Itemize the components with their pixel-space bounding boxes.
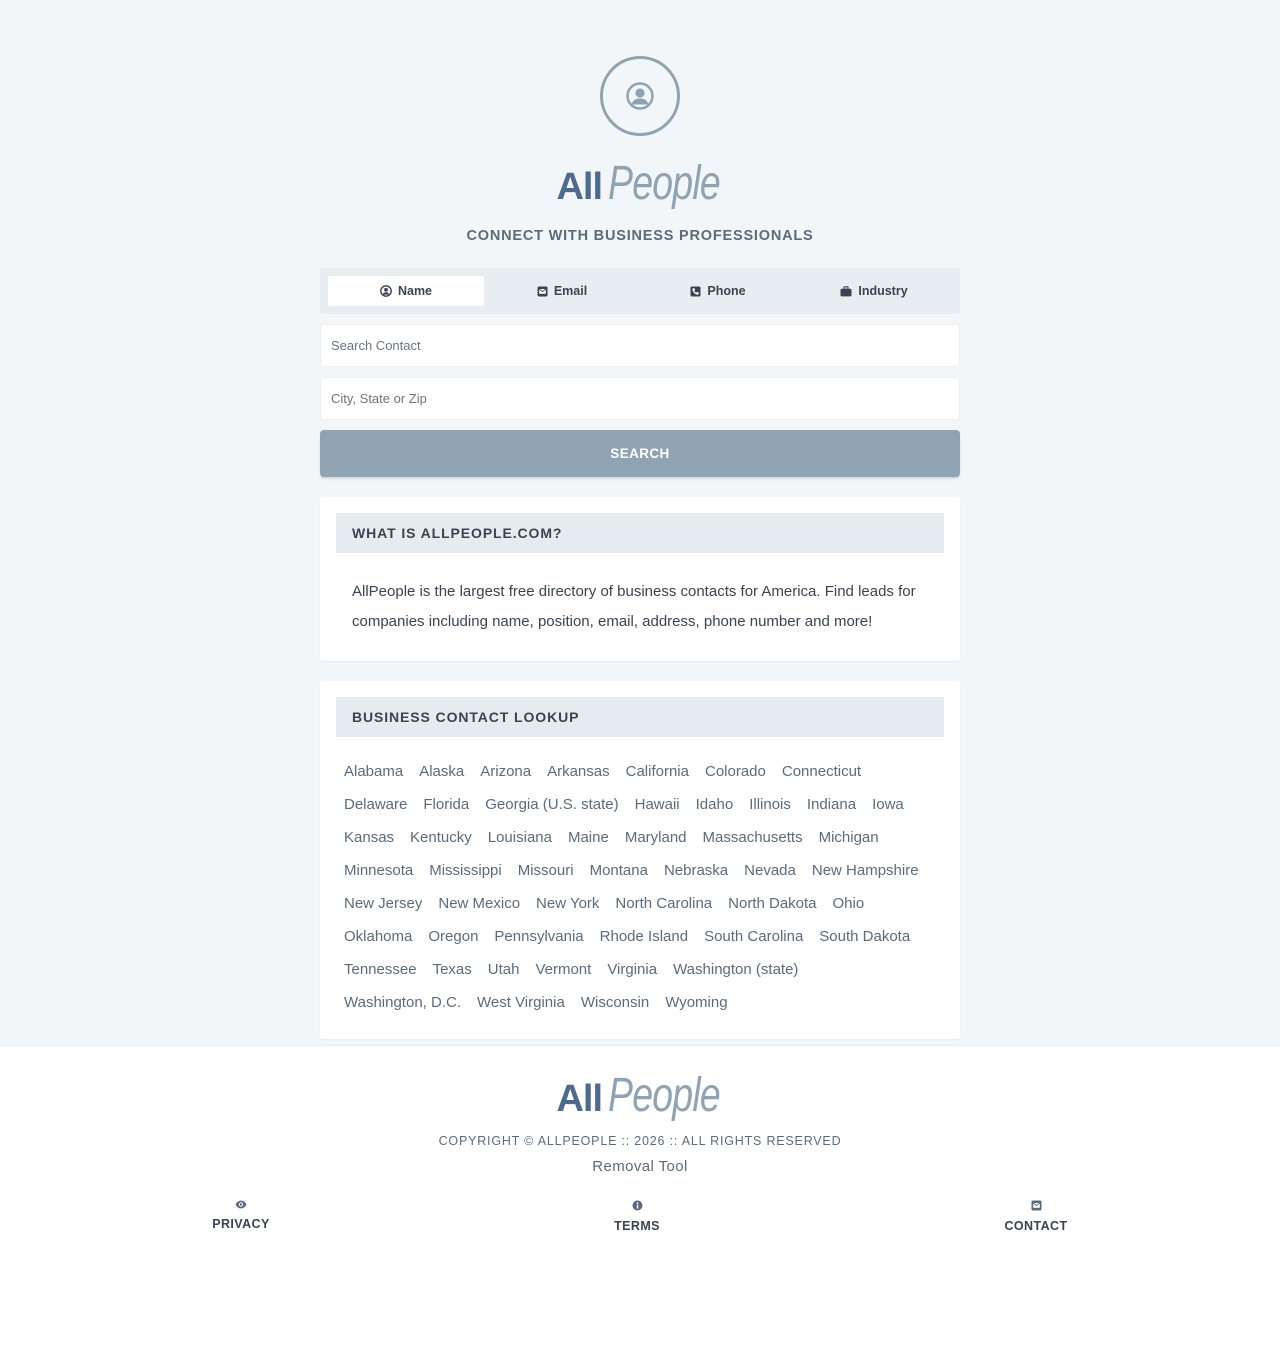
state-link[interactable]: Maine	[568, 821, 609, 854]
search-contact-input[interactable]	[321, 325, 959, 366]
privacy-label: PRIVACY	[212, 1217, 270, 1231]
state-link[interactable]: North Dakota	[728, 887, 816, 920]
logo: All People	[320, 158, 960, 210]
main-container: All People CONNECT WITH BUSINESS PROFESSI…	[320, 0, 960, 1039]
briefcase-icon	[840, 285, 852, 296]
state-link[interactable]: Alabama	[344, 755, 403, 788]
state-link[interactable]: West Virginia	[477, 986, 565, 1019]
state-link[interactable]: South Dakota	[819, 920, 910, 953]
contact-field	[320, 324, 960, 367]
user-circle-icon	[380, 285, 392, 297]
state-link[interactable]: Mississippi	[429, 854, 502, 887]
contact-label: CONTACT	[1004, 1219, 1068, 1233]
state-link[interactable]: Illinois	[749, 788, 791, 821]
state-link[interactable]: New Mexico	[438, 887, 520, 920]
tab-label: Email	[553, 284, 588, 298]
state-link[interactable]: Texas	[433, 953, 472, 986]
state-link[interactable]: Arizona	[480, 755, 531, 788]
location-field	[320, 377, 960, 420]
about-text: AllPeople is the largest free directory …	[352, 583, 916, 630]
footer: All People COPYRIGHT © ALLPEOPLE :: 2026 …	[0, 1045, 1280, 1363]
state-link[interactable]: Maryland	[625, 821, 687, 854]
terms-link[interactable]: TERMS	[577, 1200, 697, 1233]
state-link[interactable]: New York	[536, 887, 599, 920]
state-link[interactable]: Delaware	[344, 788, 407, 821]
state-link[interactable]: California	[626, 755, 689, 788]
state-link[interactable]: Wyoming	[665, 986, 727, 1019]
about-heading: WHAT IS ALLPEOPLE.COM?	[336, 513, 944, 553]
footer-links: PRIVACY TERMS CONTACT	[0, 1200, 1280, 1260]
about-card: WHAT IS ALLPEOPLE.COM? AllPeople is the …	[320, 497, 960, 661]
state-link[interactable]: Nevada	[744, 854, 796, 887]
state-link[interactable]: Utah	[488, 953, 520, 986]
envelope-icon	[1031, 1200, 1041, 1211]
avatar	[600, 56, 680, 136]
location-input[interactable]	[321, 378, 959, 419]
state-link[interactable]: Ohio	[833, 887, 865, 920]
state-link[interactable]: Colorado	[705, 755, 766, 788]
logo-people: People	[608, 1069, 721, 1122]
state-link[interactable]: Washington, D.C.	[344, 986, 461, 1019]
tab-label: Name	[397, 284, 433, 298]
state-link[interactable]: Alaska	[419, 755, 464, 788]
state-link[interactable]: New Jersey	[344, 887, 422, 920]
state-link[interactable]: Oklahoma	[344, 920, 412, 953]
info-icon	[632, 1200, 642, 1211]
state-link[interactable]: Indiana	[807, 788, 856, 821]
logo-people: People	[608, 157, 721, 210]
state-link[interactable]: Massachusetts	[703, 821, 803, 854]
state-link[interactable]: South Carolina	[704, 920, 803, 953]
state-link[interactable]: Kansas	[344, 821, 394, 854]
contact-link[interactable]: CONTACT	[976, 1200, 1096, 1233]
terms-label: TERMS	[614, 1219, 660, 1233]
state-link[interactable]: Connecticut	[782, 755, 861, 788]
state-link[interactable]: Montana	[590, 854, 648, 887]
tab-label: Phone	[707, 284, 746, 298]
tab-phone[interactable]: Phone	[640, 276, 796, 306]
logo-all: All	[556, 166, 603, 208]
state-list: Alabama Alaska Arizona Arkansas California Co…	[336, 737, 944, 1023]
tab-label: Industry	[858, 284, 908, 298]
privacy-link[interactable]: PRIVACY	[181, 1200, 301, 1231]
state-link[interactable]: Arkansas	[547, 755, 610, 788]
search-tabs: Name Email Phone Industry	[320, 268, 960, 314]
removal-tool-wrap: Removal Tool	[0, 1158, 1280, 1176]
state-link[interactable]: Kentucky	[410, 821, 472, 854]
footer-logo: All People	[0, 1070, 1280, 1122]
envelope-icon	[537, 286, 548, 296]
state-link[interactable]: Rhode Island	[600, 920, 688, 953]
search-button[interactable]: SEARCH	[320, 430, 960, 477]
tab-email[interactable]: Email	[484, 276, 640, 306]
state-link[interactable]: Virginia	[607, 953, 657, 986]
state-link[interactable]: Vermont	[535, 953, 591, 986]
lookup-heading: BUSINESS CONTACT LOOKUP	[336, 697, 944, 737]
copyright: COPYRIGHT © ALLPEOPLE :: 2026 :: ALL RIG…	[438, 1134, 842, 1148]
tab-name[interactable]: Name	[328, 276, 484, 306]
removal-tool-link[interactable]: Removal Tool	[592, 1158, 687, 1175]
state-link[interactable]: Minnesota	[344, 854, 413, 887]
state-link[interactable]: Wisconsin	[581, 986, 649, 1019]
state-link[interactable]: Georgia (U.S. state)	[485, 788, 618, 821]
state-link[interactable]: Oregon	[428, 920, 478, 953]
state-link[interactable]: Florida	[423, 788, 469, 821]
state-link[interactable]: Hawaii	[635, 788, 680, 821]
tab-industry[interactable]: Industry	[796, 276, 952, 306]
state-link[interactable]: Louisiana	[488, 821, 552, 854]
user-icon	[626, 82, 654, 110]
logo-all: All	[556, 1078, 603, 1120]
state-link[interactable]: Nebraska	[664, 854, 728, 887]
phone-icon	[690, 286, 701, 296]
state-link[interactable]: Iowa	[872, 788, 904, 821]
state-link[interactable]: Michigan	[819, 821, 879, 854]
state-link[interactable]: Missouri	[518, 854, 574, 887]
eye-icon	[235, 1200, 247, 1209]
state-link[interactable]: North Carolina	[615, 887, 712, 920]
lookup-card: BUSINESS CONTACT LOOKUP Alabama Alaska Ari…	[320, 681, 960, 1039]
state-link[interactable]: Tennessee	[344, 953, 417, 986]
state-link[interactable]: Idaho	[696, 788, 734, 821]
state-link[interactable]: Washington (state)	[673, 953, 798, 986]
state-link[interactable]: New Hampshire	[812, 854, 919, 887]
tagline: CONNECT WITH BUSINESS PROFESSIONALS	[466, 228, 814, 244]
state-link[interactable]: Pennsylvania	[494, 920, 583, 953]
